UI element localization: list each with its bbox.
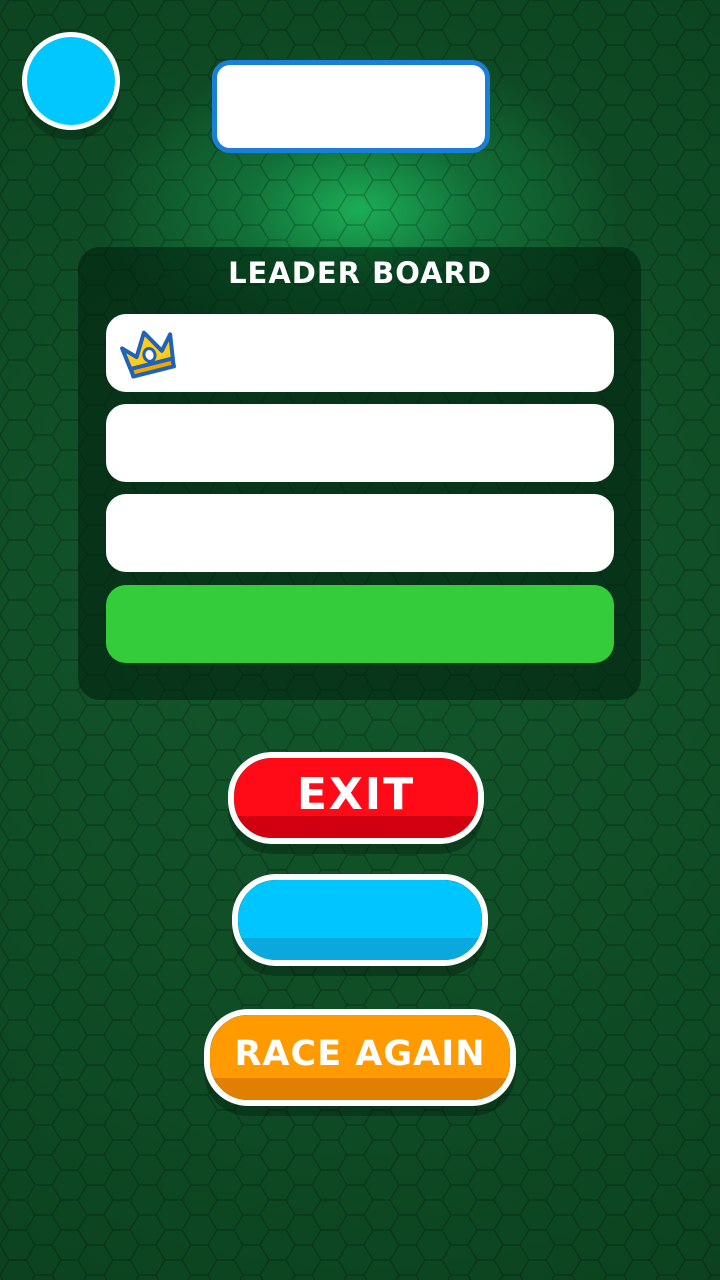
race-again-button-label: RACE AGAIN xyxy=(234,1033,486,1074)
player-name-plate xyxy=(212,60,490,153)
race-again-button[interactable]: RACE AGAIN xyxy=(204,1009,516,1106)
leaderboard-row-2 xyxy=(106,404,614,482)
blue-button[interactable] xyxy=(232,874,488,966)
exit-button-label: EXIT xyxy=(296,768,416,820)
leaderboard-title: LEADER BOARD xyxy=(228,256,492,290)
blue-button-shade xyxy=(238,938,482,960)
leaderboard-row-player xyxy=(106,585,614,663)
player-avatar[interactable] xyxy=(22,32,120,130)
leaderboard-row-1 xyxy=(106,314,614,392)
exit-button[interactable]: EXIT xyxy=(228,752,484,844)
leaderboard-row-3 xyxy=(106,494,614,572)
crown-icon xyxy=(120,330,176,379)
